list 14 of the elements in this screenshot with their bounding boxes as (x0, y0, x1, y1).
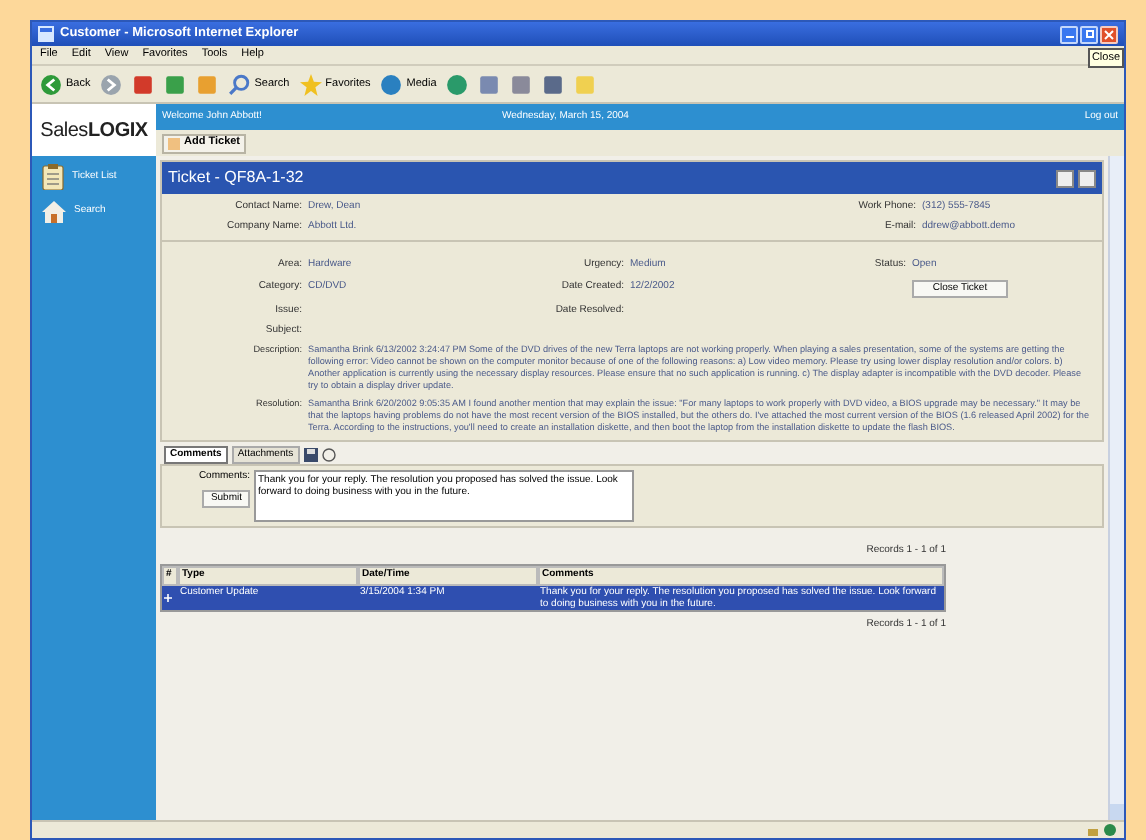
toolbar-button[interactable] (100, 73, 123, 95)
close-button[interactable] (1100, 25, 1118, 43)
maximize-button[interactable] (1080, 25, 1098, 43)
house-icon (42, 200, 66, 224)
ticket-title: Ticket - QF8A-1-32 (168, 166, 304, 190)
browser-icon (38, 26, 54, 42)
minimize-button[interactable] (1060, 25, 1078, 43)
expand-icon[interactable] (164, 593, 172, 601)
logo: SalesLOGIX (38, 117, 150, 145)
save-icon[interactable] (303, 447, 318, 461)
star-icon (299, 73, 322, 95)
search-icon (228, 73, 251, 95)
arrow-icon (40, 73, 62, 95)
clipboard-icon (42, 164, 64, 190)
